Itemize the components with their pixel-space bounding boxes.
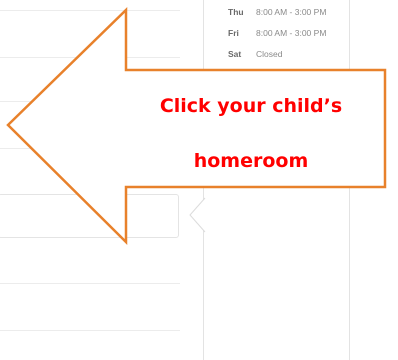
callout-text-line2: homeroom — [193, 150, 309, 172]
callout-text-line1: Click your child’s — [159, 95, 343, 117]
screenshot-stage: Thu 8:00 AM - 3:00 PM Fri 8:00 AM - 3:00 P… — [0, 0, 398, 360]
left-arrow-icon — [6, 7, 387, 245]
